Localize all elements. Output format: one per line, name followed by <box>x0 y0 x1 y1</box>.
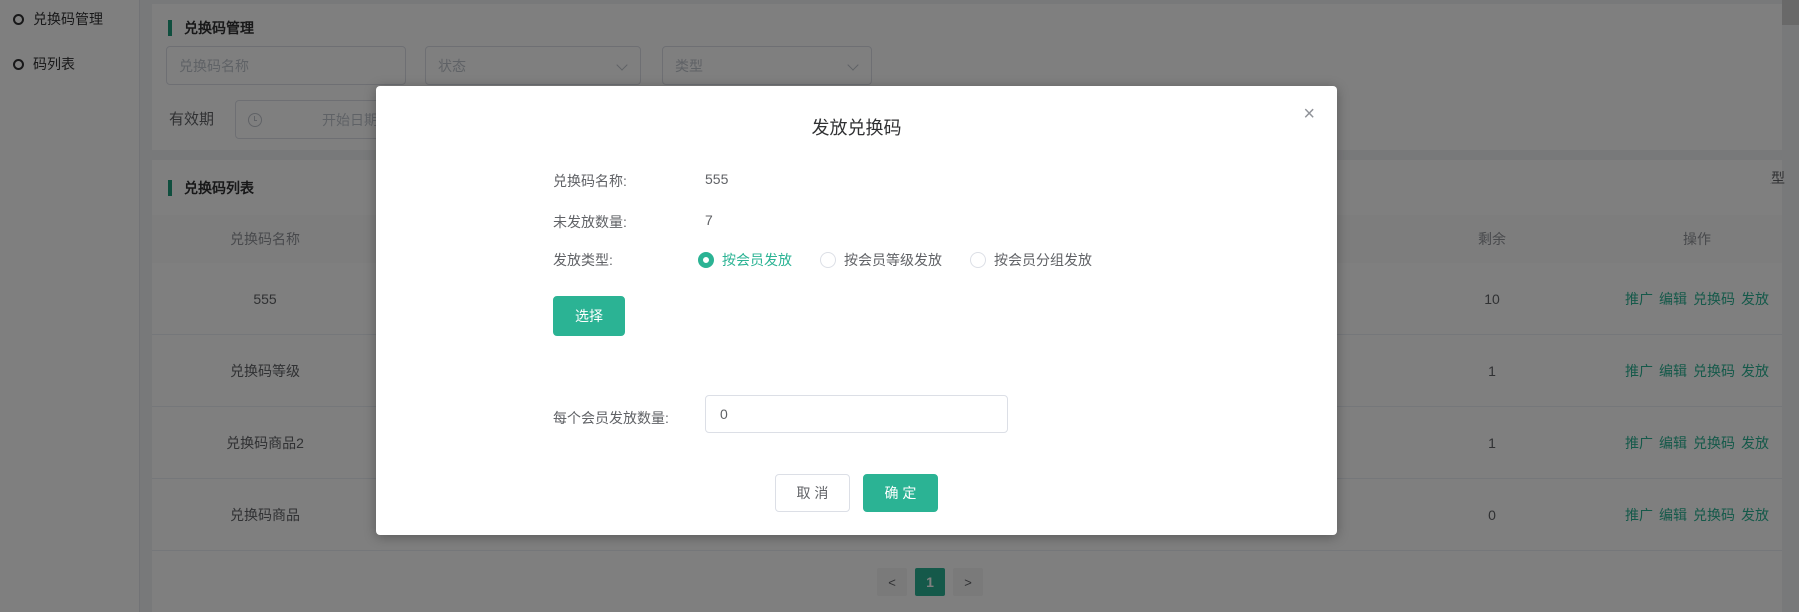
modal-title: 发放兑换码 <box>376 114 1337 140</box>
issue-type-label: 发放类型: <box>553 250 613 270</box>
unissued-qty-value: 7 <box>705 212 713 228</box>
radio-by-member[interactable]: 按会员发放 <box>698 250 792 270</box>
radio-by-member-level[interactable]: 按会员等级发放 <box>820 250 942 270</box>
qty-per-member-label: 每个会员发放数量: <box>553 408 669 428</box>
code-name-label: 兑换码名称: <box>553 171 627 191</box>
radio-by-member-group[interactable]: 按会员分组发放 <box>970 250 1092 270</box>
unissued-qty-label: 未发放数量: <box>553 212 627 232</box>
radio-label: 按会员发放 <box>722 250 792 270</box>
radio-icon <box>970 252 986 268</box>
modal-footer: 取 消 确 定 <box>376 474 1337 512</box>
close-icon[interactable]: × <box>1303 104 1315 124</box>
confirm-button[interactable]: 确 定 <box>863 474 938 512</box>
issue-type-radio-group: 按会员发放 按会员等级发放 按会员分组发放 <box>698 250 1092 270</box>
select-button[interactable]: 选择 <box>553 296 625 336</box>
code-name-value: 555 <box>705 171 728 187</box>
issue-code-modal: 发放兑换码 × 兑换码名称: 555 未发放数量: 7 发放类型: 按会员发放 … <box>376 86 1337 535</box>
radio-icon <box>820 252 836 268</box>
radio-label: 按会员分组发放 <box>994 250 1092 270</box>
radio-icon <box>698 252 714 268</box>
cancel-button[interactable]: 取 消 <box>775 474 850 512</box>
radio-label: 按会员等级发放 <box>844 250 942 270</box>
qty-per-member-input[interactable] <box>705 395 1008 433</box>
